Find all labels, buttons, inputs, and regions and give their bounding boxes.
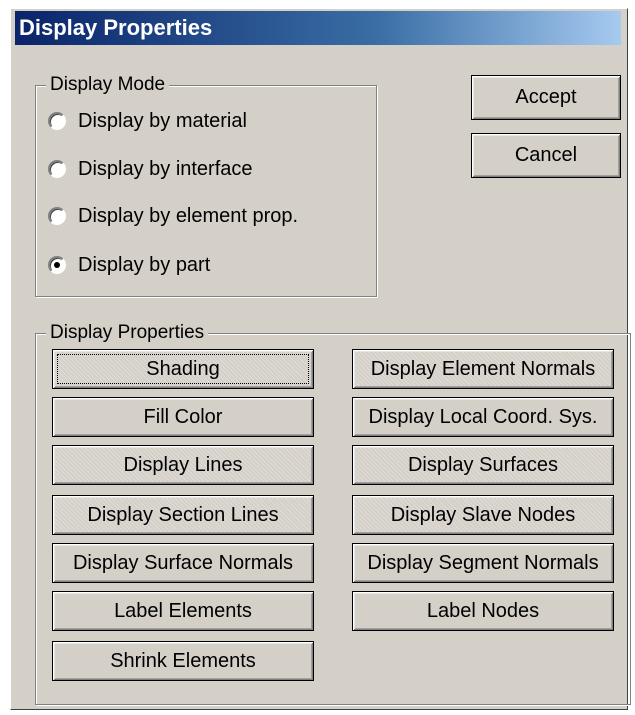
radio-dot-icon: [54, 262, 60, 268]
display-lines-button[interactable]: Display Lines: [52, 445, 314, 485]
window-title: Display Properties: [19, 15, 213, 40]
radio-label: Display by part: [78, 253, 211, 276]
radio-button-icon[interactable]: [48, 160, 66, 178]
shading-button-label: Shading: [146, 357, 220, 380]
display-surface-normals-button[interactable]: Display Surface Normals: [52, 543, 314, 583]
display-element-normals-button[interactable]: Display Element Normals: [352, 349, 614, 389]
fill-color-button[interactable]: Fill Color: [52, 397, 314, 437]
accept-button[interactable]: Accept: [471, 75, 621, 120]
display-segment-normals-button[interactable]: Display Segment Normals: [352, 543, 614, 583]
radio-label: Display by interface: [78, 157, 253, 180]
cancel-button[interactable]: Cancel: [471, 133, 621, 178]
radio-display-by-element-prop[interactable]: Display by element prop.: [48, 201, 298, 231]
radio-label: Display by element prop.: [78, 204, 299, 227]
radio-button-selected-icon[interactable]: [48, 256, 66, 274]
shading-button[interactable]: Shading: [52, 349, 314, 389]
display-properties-label: Display Properties: [46, 320, 209, 346]
display-local-coord-sys-button[interactable]: Display Local Coord. Sys.: [352, 397, 614, 437]
radio-display-by-part[interactable]: Display by part: [48, 250, 210, 280]
display-mode-label: Display Mode: [46, 72, 170, 98]
label-elements-button[interactable]: Label Elements: [52, 591, 314, 631]
display-surfaces-button[interactable]: Display Surfaces: [352, 445, 614, 485]
radio-display-by-material[interactable]: Display by material: [48, 106, 247, 136]
title-bar[interactable]: Display Properties: [15, 11, 621, 45]
shrink-elements-button[interactable]: Shrink Elements: [52, 641, 314, 681]
radio-label: Display by material: [78, 109, 247, 132]
radio-button-icon[interactable]: [48, 112, 66, 130]
radio-display-by-interface[interactable]: Display by interface: [48, 154, 253, 184]
display-mode-group: Display Mode Display by material Display…: [35, 72, 377, 297]
radio-button-icon[interactable]: [48, 207, 66, 225]
display-slave-nodes-button[interactable]: Display Slave Nodes: [352, 495, 614, 535]
display-section-lines-button[interactable]: Display Section Lines: [52, 495, 314, 535]
label-nodes-button[interactable]: Label Nodes: [352, 591, 614, 631]
display-properties-dialog: Display Properties Display Mode Display …: [10, 8, 631, 710]
